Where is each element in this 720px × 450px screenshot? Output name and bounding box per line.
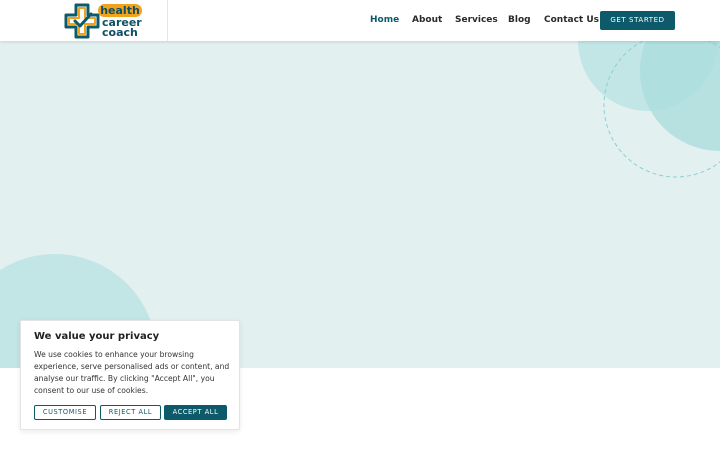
cookie-title: We value your privacy [34,331,160,342]
logo-wordmark: health career coach [98,4,144,38]
accept-all-button[interactable]: ACCEPT ALL [164,405,227,420]
decor-circle-top-b [640,41,720,151]
site-header: health career coach Home About Services … [0,0,720,41]
nav-blog[interactable]: Blog [508,0,531,41]
logo-coach: coach [102,26,138,39]
nav-contact[interactable]: Contact Us [544,0,599,41]
cookie-text: We use cookies to enhance your browsing … [34,350,230,395]
nav-home[interactable]: Home [370,0,399,41]
customise-button[interactable]: CUSTOMISE [34,405,96,420]
reject-all-button[interactable]: REJECT ALL [100,405,161,420]
hero-decor [0,41,720,368]
nav-services[interactable]: Services [455,0,498,41]
hero-section [0,41,720,368]
cross-check-icon [64,3,100,39]
logo[interactable]: health career coach [0,0,168,41]
cookie-banner: We value your privacy We use cookies to … [20,320,240,430]
get-started-button[interactable]: GET STARTED [600,11,675,30]
nav-about[interactable]: About [412,0,442,41]
